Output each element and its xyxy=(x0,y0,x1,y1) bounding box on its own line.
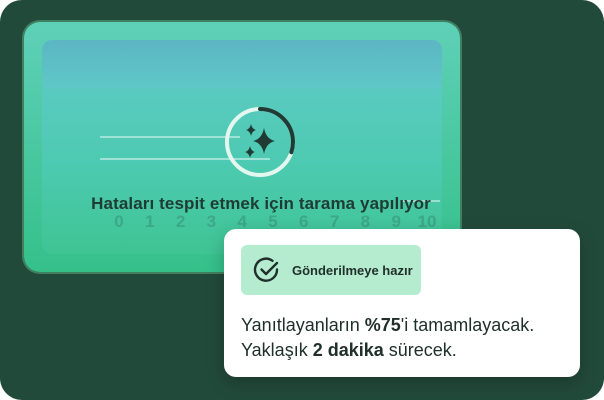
check-circle-icon xyxy=(253,257,279,282)
ready-badge: Gönderilmeye hazır xyxy=(241,245,421,295)
scale-number: 1 xyxy=(145,212,155,231)
scale-number: 2 xyxy=(175,212,186,231)
message-line2-suffix: sürecek. xyxy=(383,340,457,360)
completion-rate: %75 xyxy=(364,315,401,335)
scale-number: 0 xyxy=(114,212,124,231)
message-line2-prefix: Yaklaşık xyxy=(241,340,313,360)
placeholder-line xyxy=(100,136,240,138)
message-line1-prefix: Yanıtlayanların xyxy=(241,315,365,335)
scan-status-text: Hataları tespit etmek için tarama yapılı… xyxy=(91,194,431,213)
illustration-frame: Hataları tespit etmek için tarama yapılı… xyxy=(0,0,604,400)
scale-number: 3 xyxy=(206,212,217,231)
message-line1-suffix: 'i tamamlayacak. xyxy=(400,315,535,335)
sparkles-icon xyxy=(245,124,275,158)
ready-card: Gönderilmeye hazır Yanıtlayanların %75'i… xyxy=(224,229,580,377)
completion-message: Yanıtlayanların %75'i tamamlayacak. Yakl… xyxy=(241,313,571,363)
screen-topbar xyxy=(42,40,442,88)
ready-badge-label: Gönderilmeye hazır xyxy=(292,262,413,278)
completion-time: 2 dakika xyxy=(312,340,384,360)
scan-progress-spinner xyxy=(225,107,295,177)
